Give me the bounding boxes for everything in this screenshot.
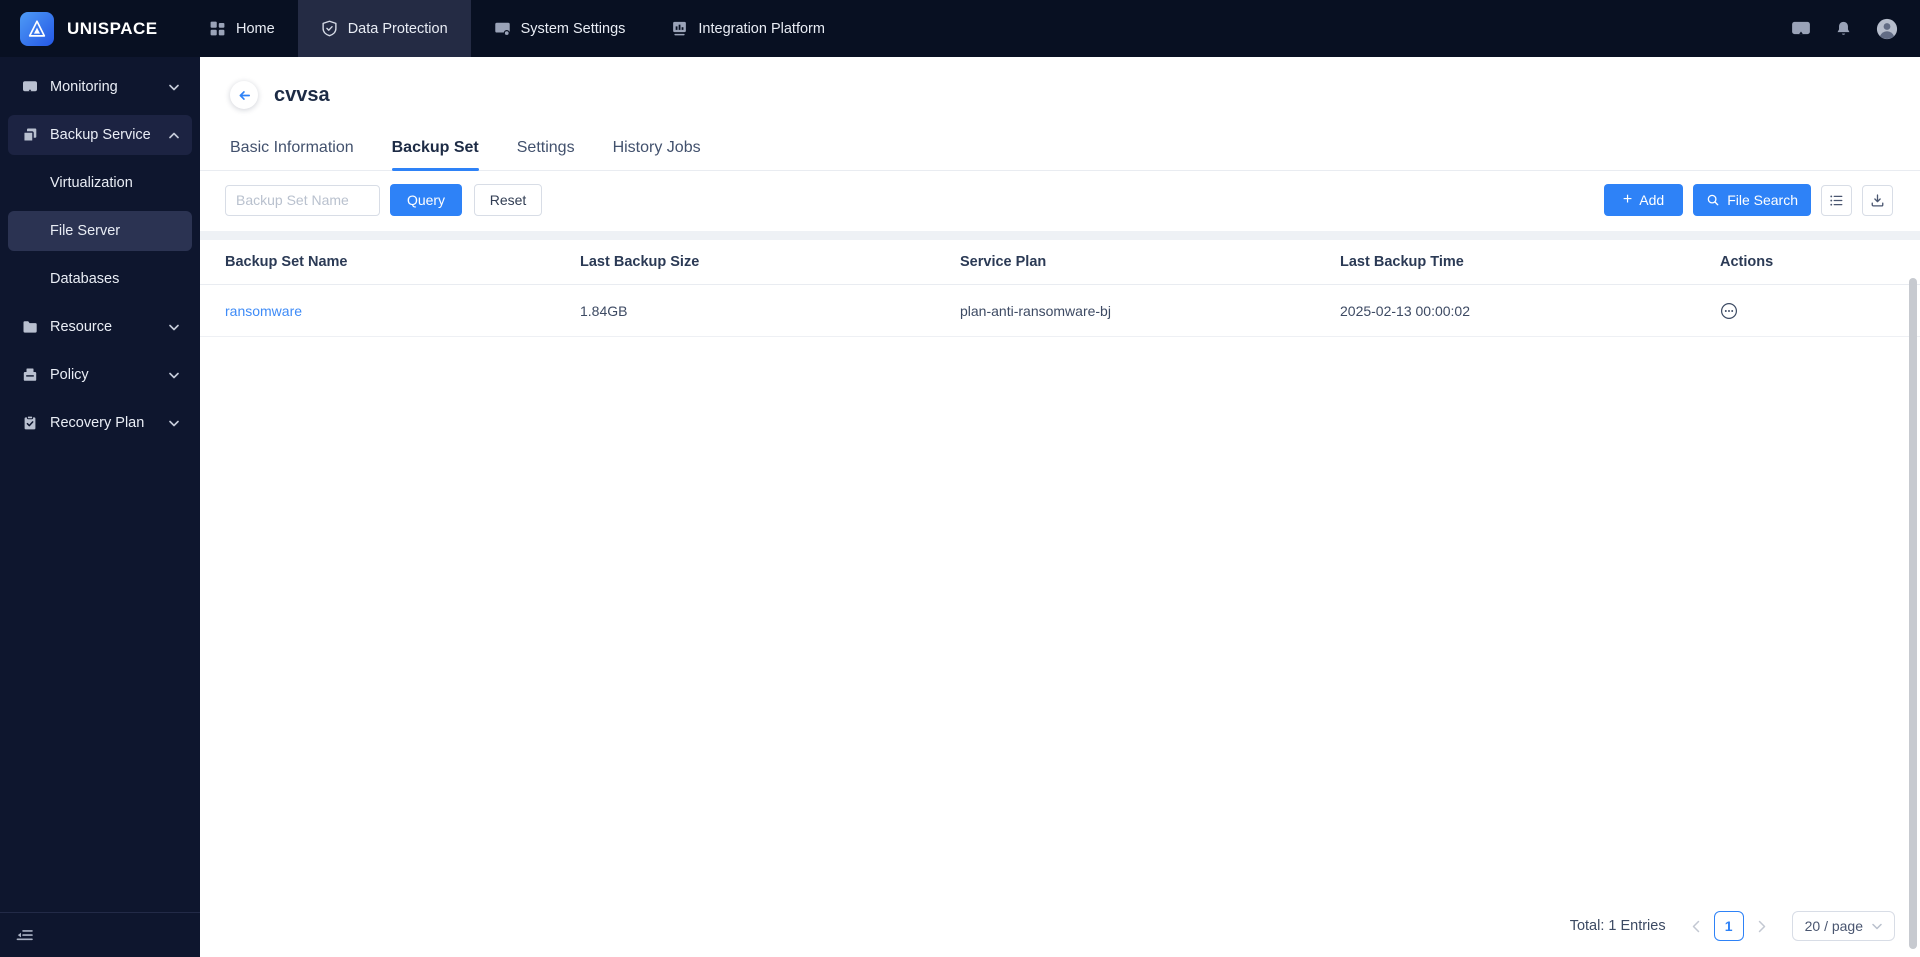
nav-item-data-protection[interactable]: Data Protection: [297, 0, 471, 57]
main-content: cvvsa Basic Information Backup Set Setti…: [200, 57, 1920, 957]
sidebar-item-monitoring[interactable]: Monitoring: [8, 67, 192, 107]
chevron-up-icon: [169, 132, 179, 139]
sidebar-item-label: File Server: [50, 223, 121, 239]
sidebar-footer: [0, 912, 200, 957]
sidebar-item-label: Backup Service: [50, 127, 151, 143]
arrow-left-icon: [239, 90, 250, 100]
sidebar-item-backup-service[interactable]: Backup Service: [8, 115, 192, 155]
bar-chart-board-icon: [671, 20, 688, 37]
file-search-button[interactable]: File Search: [1693, 184, 1811, 216]
page-number-1[interactable]: 1: [1713, 911, 1744, 941]
primary-nav: Home Data Protection System Settings Int…: [186, 0, 848, 57]
sidebar-item-resource[interactable]: Resource: [8, 307, 192, 347]
unispace-logo-icon: [20, 11, 54, 46]
nav-item-system-settings[interactable]: System Settings: [471, 0, 649, 57]
tab-history-jobs[interactable]: History Jobs: [613, 139, 701, 170]
column-list-button[interactable]: [1821, 184, 1852, 216]
brand-name: UNISPACE: [67, 18, 158, 38]
vertical-scrollbar[interactable]: [1909, 278, 1917, 949]
sidebar-item-label: Policy: [50, 367, 89, 383]
search-icon: [1706, 193, 1720, 207]
last-backup-size-cell: 1.84GB: [580, 302, 628, 319]
column-header-actions: Actions: [1720, 254, 1774, 270]
list-icon: [1830, 194, 1843, 206]
message-icon[interactable]: [1791, 20, 1811, 38]
chevron-down-icon: [169, 324, 179, 331]
column-header-service-plan: Service Plan: [960, 254, 1047, 270]
previous-page-button[interactable]: [1682, 920, 1710, 933]
folder-icon: [22, 319, 38, 335]
tab-backup-set[interactable]: Backup Set: [391, 139, 479, 171]
top-navigation: UNISPACE Home Data Protection System Set…: [0, 0, 1920, 57]
table-row: ransomware 1.84GB plan-anti-ransomware-b…: [200, 285, 1920, 337]
column-header-last-backup-size: Last Backup Size: [580, 254, 700, 270]
chevron-down-icon: [169, 372, 179, 379]
page-title: cvvsa: [274, 83, 330, 106]
nav-item-label: System Settings: [520, 20, 626, 37]
page-size-value: 20 / page: [1804, 918, 1863, 934]
chevron-right-icon: [1758, 920, 1765, 932]
chevron-left-icon: [1692, 920, 1699, 932]
nav-item-label: Integration Platform: [698, 20, 825, 37]
toolbar-right-actions: + Add File Search: [1603, 184, 1893, 216]
reset-button[interactable]: Reset: [474, 184, 542, 216]
sidebar-item-databases[interactable]: Databases: [8, 259, 192, 299]
service-plan-cell: plan-anti-ransomware-bj: [960, 302, 1111, 319]
sidebar-item-policy[interactable]: Policy: [8, 355, 192, 395]
sidebar: Monitoring Backup Service Virtualization…: [0, 57, 200, 957]
pagination: Total: 1 Entries 1 20 / page: [1570, 911, 1895, 941]
chevron-down-icon: [1872, 923, 1882, 929]
page-header: cvvsa: [200, 57, 1920, 109]
brand: UNISPACE: [0, 11, 186, 46]
avatar[interactable]: [1876, 18, 1898, 40]
column-header-backup-set-name: Backup Set Name: [225, 254, 348, 270]
policy-icon: [22, 367, 38, 383]
detail-tabs: Basic Information Backup Set Settings Hi…: [200, 139, 1920, 171]
sidebar-item-label: Recovery Plan: [50, 415, 145, 431]
next-page-button[interactable]: [1748, 920, 1776, 933]
last-backup-time-cell: 2025-02-13 00:00:02: [1340, 302, 1470, 319]
collapse-sidebar-icon[interactable]: [15, 927, 34, 944]
plus-icon: +: [1622, 191, 1633, 208]
chevron-down-icon: [169, 420, 179, 427]
pagination-total: Total: 1 Entries: [1569, 918, 1666, 934]
back-button[interactable]: [230, 81, 258, 109]
monitor-settings-icon: [494, 20, 511, 37]
chevron-down-icon: [169, 84, 179, 91]
backup-set-name-input[interactable]: [225, 184, 380, 216]
page-size-select[interactable]: 20 / page: [1791, 911, 1895, 941]
clipboard-check-icon: [22, 415, 38, 431]
shield-check-icon: [321, 20, 338, 37]
nav-item-home[interactable]: Home: [186, 0, 298, 57]
sidebar-item-virtualization[interactable]: Virtualization: [8, 163, 192, 203]
backup-set-name-link[interactable]: ransomware: [225, 303, 302, 319]
sidebar-item-label: Databases: [50, 271, 120, 287]
sidebar-item-label: Monitoring: [50, 79, 118, 95]
backup-service-icon: [22, 127, 38, 143]
tab-settings[interactable]: Settings: [517, 139, 575, 170]
sidebar-item-label: Virtualization: [50, 175, 133, 191]
download-button[interactable]: [1862, 184, 1893, 216]
backup-set-toolbar: Query Reset + Add File Search: [200, 171, 1920, 231]
row-actions-ellipsis-icon[interactable]: [1720, 302, 1738, 320]
bell-icon[interactable]: [1835, 20, 1852, 38]
home-icon: [209, 20, 226, 37]
download-icon: [1871, 193, 1884, 206]
backup-set-table-header: Backup Set Name Last Backup Size Service…: [200, 240, 1920, 285]
nav-item-integration-platform[interactable]: Integration Platform: [648, 0, 848, 57]
nav-item-label: Home: [236, 20, 275, 37]
monitoring-icon: [22, 79, 38, 95]
nav-item-label: Data Protection: [347, 20, 448, 37]
add-button-label: Add: [1639, 192, 1665, 208]
sidebar-item-label: Resource: [50, 319, 113, 335]
file-search-label: File Search: [1727, 192, 1798, 208]
column-header-last-backup-time: Last Backup Time: [1340, 254, 1464, 270]
sidebar-item-file-server[interactable]: File Server: [8, 211, 192, 251]
tab-basic-information[interactable]: Basic Information: [230, 139, 354, 170]
topnav-right-tools: [1791, 18, 1920, 40]
sidebar-item-recovery-plan[interactable]: Recovery Plan: [8, 403, 192, 443]
query-button[interactable]: Query: [390, 184, 462, 216]
add-button[interactable]: + Add: [1603, 184, 1684, 216]
section-divider-band: [200, 231, 1920, 240]
